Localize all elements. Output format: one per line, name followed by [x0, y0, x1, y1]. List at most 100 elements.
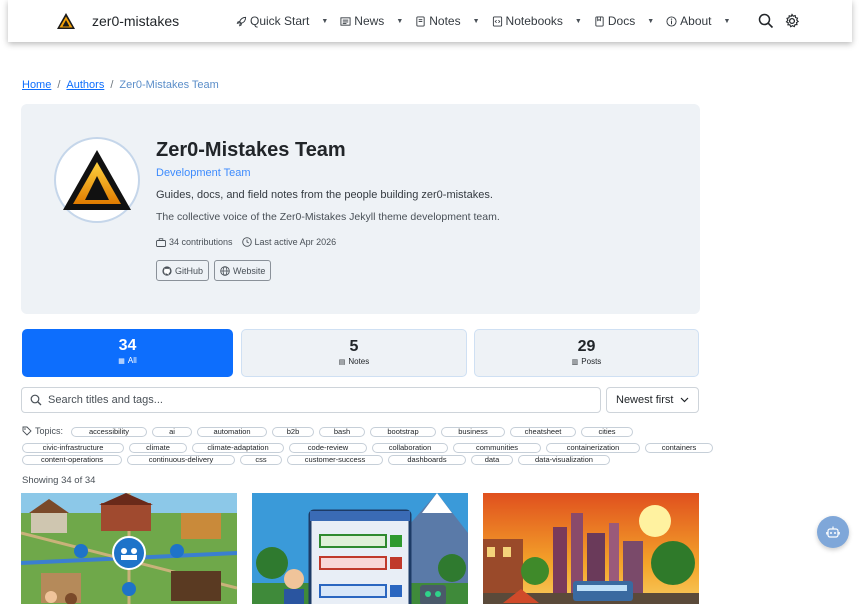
topic-tag[interactable]: data [471, 455, 513, 465]
topic-tag[interactable]: cheatsheet [510, 427, 576, 437]
topic-tag[interactable]: business [441, 427, 505, 437]
author-name: Zer0-Mistakes Team [156, 139, 346, 161]
post-card[interactable] [21, 493, 237, 604]
breadcrumb-current: Zer0-Mistakes Team [119, 79, 219, 91]
nav-label: About [680, 14, 712, 28]
topic-tag[interactable]: b2b [272, 427, 314, 437]
nav-label: Notebooks [505, 14, 563, 28]
breadcrumb-home[interactable]: Home [22, 79, 51, 91]
floating-action-button[interactable] [817, 516, 849, 548]
topic-tag[interactable]: content-operations [22, 455, 122, 465]
topic-tag[interactable]: ai [152, 427, 192, 437]
topic-tag[interactable]: containers [645, 443, 713, 453]
info-icon [666, 15, 677, 27]
code-file-icon [492, 15, 502, 27]
topic-tag[interactable]: climate-adaptation [192, 443, 284, 453]
chevron-down-icon [681, 397, 689, 403]
topic-tag[interactable]: collaboration [372, 443, 448, 453]
stat-value: 34 [118, 337, 137, 354]
topic-tag[interactable]: code-review [289, 443, 367, 453]
search-input[interactable] [48, 394, 548, 406]
main-nav: Quick Start ▼ News ▼ Notes ▼ Notebooks ▼… [236, 0, 742, 42]
search-icon [30, 394, 42, 406]
topic-tag[interactable]: accessibility [71, 427, 147, 437]
tags-icon [22, 426, 32, 436]
robot-icon [826, 526, 840, 538]
topic-tag[interactable]: data-visualization [518, 455, 610, 465]
author-role: Development Team [156, 167, 251, 179]
nav-quick-start[interactable]: Quick Start ▼ [236, 14, 328, 28]
github-link-button[interactable]: GitHub [156, 260, 210, 281]
nav-notebooks[interactable]: Notebooks ▼ [492, 14, 582, 28]
caret-down-icon: ▼ [396, 17, 404, 25]
breadcrumb: Home / Authors / Zer0-Mistakes Team [22, 79, 219, 91]
nav-label: News [354, 14, 385, 28]
topics-label: Topics: [22, 426, 63, 436]
filter-all-card[interactable]: 34 ▦ All [22, 329, 233, 377]
topic-tag[interactable]: bash [319, 427, 365, 437]
topic-tag[interactable]: customer-success [287, 455, 383, 465]
topic-tag[interactable]: climate [129, 443, 187, 453]
topic-tag[interactable]: communities [453, 443, 541, 453]
briefcase-icon [156, 237, 166, 247]
post-card[interactable] [483, 493, 699, 604]
nav-actions [748, 13, 800, 29]
search-icon[interactable] [758, 13, 774, 29]
website-link-label: Website [233, 265, 266, 276]
post-thumbnail-city-sunset [483, 493, 699, 604]
note-icon: ▤ [338, 358, 346, 366]
rocket-icon [236, 16, 247, 26]
caret-down-icon: ▼ [723, 17, 731, 25]
github-icon [162, 265, 172, 276]
stat-value: 5 [349, 338, 359, 355]
caret-down-icon: ▼ [321, 17, 329, 25]
newspaper-icon [340, 16, 351, 26]
topic-tag[interactable]: dashboards [388, 455, 466, 465]
note-icon [416, 15, 425, 27]
last-active: Last active Apr 2026 [254, 237, 337, 247]
topic-tag[interactable]: continuous-delivery [127, 455, 235, 465]
post-card[interactable] [252, 493, 468, 604]
nav-news[interactable]: News ▼ [340, 14, 403, 28]
contributions-count: 34 contributions [169, 237, 233, 247]
website-link-button[interactable]: Website [214, 260, 272, 281]
brand-logo-icon [57, 13, 75, 29]
topic-tag[interactable]: cities [581, 427, 633, 437]
contributions-meta: 34 contributions [156, 237, 233, 247]
github-link-label: GitHub [175, 265, 204, 276]
grid-icon: ▦ [118, 357, 125, 365]
stat-value: 29 [577, 338, 596, 355]
nav-docs[interactable]: Docs ▼ [594, 14, 654, 28]
topic-tag[interactable]: bootstrap [370, 427, 436, 437]
search-box [21, 387, 601, 413]
topic-tag[interactable]: civic-infrastructure [22, 443, 124, 453]
caret-down-icon: ▼ [647, 17, 655, 25]
topic-tag[interactable]: containerization [546, 443, 640, 453]
filter-posts-card[interactable]: 29 ▥ Posts [474, 329, 699, 377]
topics-label-text: Topics: [35, 426, 64, 436]
caret-down-icon: ▼ [574, 17, 582, 25]
nav-label: Docs [607, 14, 636, 28]
filter-notes-card[interactable]: 5 ▤ Notes [241, 329, 467, 377]
breadcrumb-authors[interactable]: Authors [66, 79, 104, 91]
stat-label: Posts [581, 357, 602, 366]
author-tagline: Guides, docs, and field notes from the p… [156, 189, 493, 201]
stat-label-row: ▦ All [22, 356, 233, 365]
author-meta: 34 contributions Last active Apr 2026 [156, 237, 345, 247]
nav-about[interactable]: About ▼ [666, 14, 730, 28]
last-active-meta: Last active Apr 2026 [241, 237, 337, 247]
topic-tag[interactable]: css [240, 455, 282, 465]
nav-notes[interactable]: Notes ▼ [415, 14, 480, 28]
nav-label: Quick Start [250, 14, 310, 28]
post-thumbnail-code-review [252, 493, 468, 604]
sort-select[interactable]: Newest first [606, 387, 699, 413]
author-description: The collective voice of the Zer0-Mistake… [156, 211, 500, 223]
gear-icon[interactable] [784, 13, 800, 29]
post-thumbnail-community-map [21, 493, 237, 604]
brand-link[interactable]: zer0-mistakes [56, 12, 179, 30]
breadcrumb-separator: / [57, 79, 61, 91]
journal-icon [595, 15, 604, 27]
brand-name: zer0-mistakes [92, 13, 180, 29]
stat-label-row: ▥ Posts [475, 357, 698, 366]
topic-tag[interactable]: automation [197, 427, 267, 437]
